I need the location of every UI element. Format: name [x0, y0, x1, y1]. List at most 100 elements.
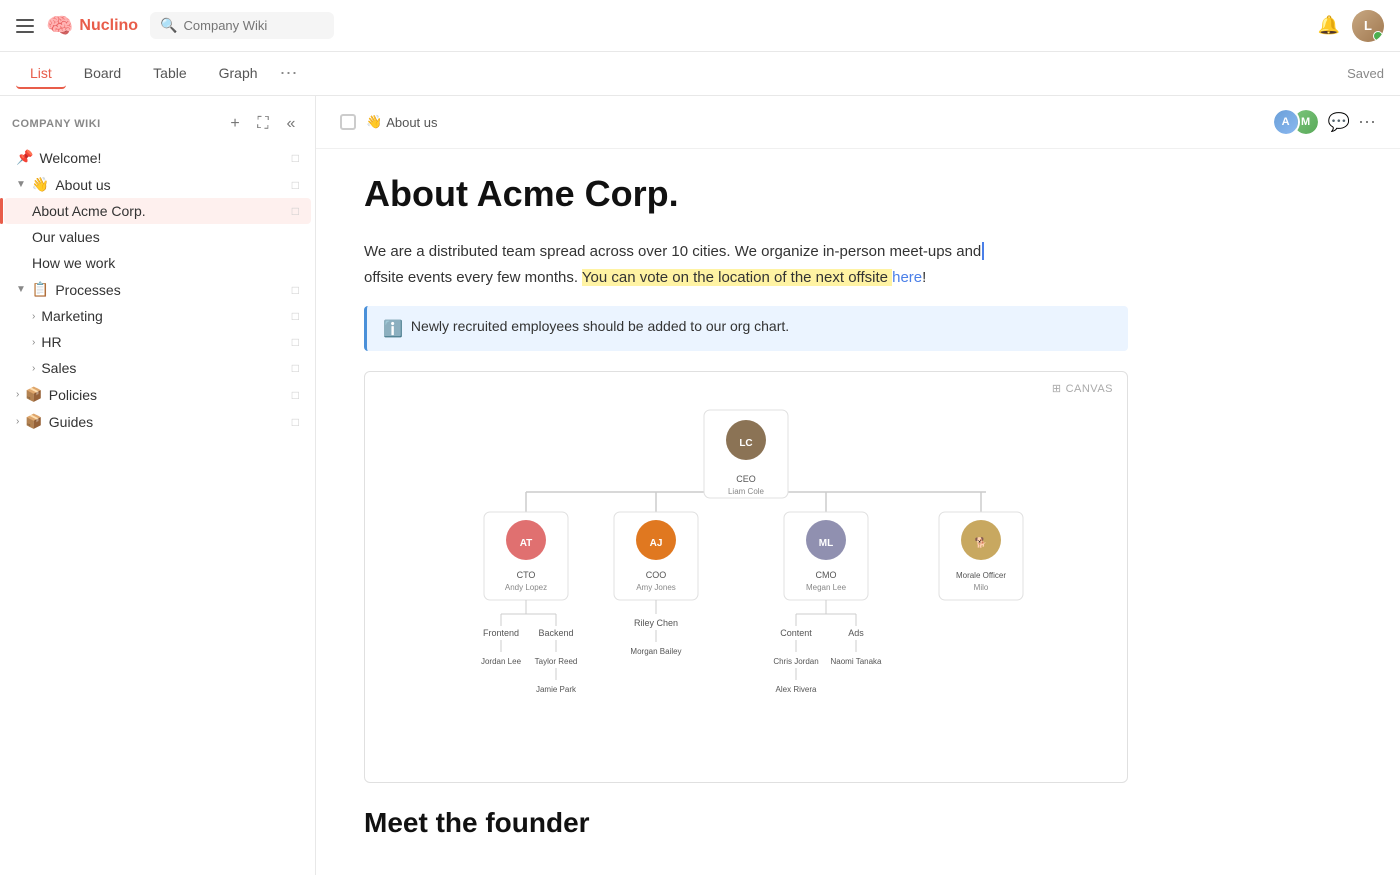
svg-text:Taylor Reed: Taylor Reed — [535, 657, 578, 666]
breadcrumb-icon: 👋 — [366, 114, 382, 130]
chevron-right-icon: › — [32, 337, 35, 348]
svg-text:LC: LC — [739, 438, 752, 449]
tab-list[interactable]: List — [16, 59, 66, 89]
sidebar-item-hr[interactable]: › HR □ — [4, 329, 311, 355]
canvas-icon: ⊞ — [1052, 382, 1062, 395]
chevron-down-icon: ▼ — [16, 284, 26, 295]
sidebar-item-processes[interactable]: ▼ 📋 Processes □ — [4, 276, 311, 303]
svg-text:Alex Rivera: Alex Rivera — [776, 685, 817, 694]
sidebar-item-label: HR — [41, 334, 285, 350]
sidebar-item-marketing[interactable]: › Marketing □ — [4, 303, 311, 329]
comment-icon[interactable]: 💬 — [1328, 112, 1350, 133]
svg-text:Andy Lopez: Andy Lopez — [505, 583, 547, 592]
svg-text:Backend: Backend — [538, 628, 573, 638]
logo[interactable]: 🧠 Nuclino — [46, 13, 138, 39]
policies-icon: 📦 — [25, 386, 42, 403]
sidebar-item-label: Our values — [32, 229, 299, 245]
nav-tabs: List Board Table Graph ⋯ Saved — [0, 52, 1400, 96]
sidebar-item-label: Welcome! — [39, 150, 285, 166]
sidebar-item-guides[interactable]: › 📦 Guides □ — [4, 408, 311, 435]
sidebar-item-policies[interactable]: › 📦 Policies □ — [4, 381, 311, 408]
sidebar-title: COMPANY WIKI — [12, 118, 101, 130]
sidebar-item-label: Policies — [49, 387, 286, 403]
chevron-right-icon: › — [16, 416, 19, 427]
tab-graph[interactable]: Graph — [205, 59, 272, 89]
svg-text:Ads: Ads — [848, 628, 864, 638]
svg-text:Riley Chen: Riley Chen — [634, 618, 678, 628]
check-icon: □ — [292, 178, 299, 192]
brain-icon: 🧠 — [46, 13, 73, 39]
svg-text:AT: AT — [520, 538, 533, 549]
content-topbar-left: 👋 About us — [340, 114, 438, 130]
page-checkbox[interactable] — [340, 114, 356, 130]
sidebar-item-label: Processes — [55, 282, 285, 298]
topbar-right: 🔔 L — [1318, 10, 1384, 42]
tab-board[interactable]: Board — [70, 59, 135, 89]
breadcrumb-text: About us — [386, 115, 437, 130]
sidebar-add-button[interactable]: + — [223, 112, 247, 136]
svg-text:Morale Officer: Morale Officer — [956, 571, 1006, 580]
sidebar-item-how-we-work[interactable]: How we work — [4, 250, 311, 276]
sidebar-item-about-us[interactable]: ▼ 👋 About us □ — [4, 171, 311, 198]
here-link[interactable]: here — [892, 269, 922, 286]
sidebar-item-label: Marketing — [41, 308, 285, 324]
search-area[interactable]: 🔍 — [150, 12, 333, 39]
svg-text:Morgan Bailey: Morgan Bailey — [630, 647, 681, 656]
text-cursor — [982, 242, 984, 260]
sidebar-item-welcome[interactable]: 📌 Welcome! □ — [4, 144, 311, 171]
svg-text:Liam Cole: Liam Cole — [728, 487, 765, 496]
svg-text:COO: COO — [646, 570, 667, 580]
svg-text:CMO: CMO — [816, 570, 837, 580]
nav-more-icon[interactable]: ⋯ — [280, 63, 298, 84]
org-chart: AT CTO Andy Lopez AJ COO Amy Jones ML — [385, 392, 1107, 762]
svg-text:ML: ML — [819, 538, 833, 549]
sidebar-item-about-acme[interactable]: About Acme Corp. □ — [4, 198, 311, 224]
about-us-icon: 👋 — [32, 176, 49, 193]
tab-table[interactable]: Table — [139, 59, 200, 89]
svg-text:Amy Jones: Amy Jones — [636, 583, 676, 592]
svg-text:AJ: AJ — [650, 538, 663, 549]
page-paragraph-1: We are a distributed team spread across … — [364, 239, 1128, 290]
page-title: About Acme Corp. — [364, 173, 1128, 215]
content-body: About Acme Corp. We are a distributed te… — [316, 149, 1176, 863]
svg-text:Jordan Lee: Jordan Lee — [481, 657, 522, 666]
svg-text:Milo: Milo — [974, 583, 989, 592]
check-icon: □ — [292, 415, 299, 429]
saved-status: Saved — [1347, 66, 1384, 81]
search-icon: 🔍 — [160, 17, 177, 34]
content-topbar: 👋 About us A M 💬 ⋯ — [316, 96, 1400, 149]
collaborator-avatar-1[interactable]: A — [1272, 108, 1300, 136]
check-icon: □ — [292, 283, 299, 297]
sidebar-item-sales[interactable]: › Sales □ — [4, 355, 311, 381]
org-chart-canvas: ⊞ CANVAS — [364, 371, 1128, 783]
more-options-icon[interactable]: ⋯ — [1358, 112, 1376, 133]
guides-icon: 📦 — [25, 413, 42, 430]
breadcrumb: 👋 About us — [366, 114, 438, 130]
svg-text:Chris Jordan: Chris Jordan — [773, 657, 818, 666]
check-icon: □ — [292, 151, 299, 165]
chevron-right-icon: › — [32, 311, 35, 322]
menu-icon[interactable] — [16, 19, 34, 33]
sidebar-collapse-button[interactable]: « — [279, 112, 303, 136]
check-icon: □ — [292, 335, 299, 349]
chevron-down-icon: ▼ — [16, 179, 26, 190]
sidebar-expand-button[interactable]: ⛶ — [251, 112, 275, 136]
logo-text: Nuclino — [79, 17, 138, 35]
sidebar-item-label: Guides — [49, 414, 286, 430]
search-input[interactable] — [184, 18, 324, 33]
svg-text:CEO: CEO — [736, 474, 756, 484]
processes-icon: 📋 — [32, 281, 49, 298]
check-icon: □ — [292, 204, 299, 218]
chevron-right-icon: › — [16, 389, 19, 400]
canvas-label: ⊞ CANVAS — [1052, 382, 1113, 395]
sidebar-actions: + ⛶ « — [223, 112, 303, 136]
canvas-label-text: CANVAS — [1066, 383, 1113, 395]
main-layout: COMPANY WIKI + ⛶ « 📌 Welcome! □ ▼ 👋 Abou… — [0, 96, 1400, 875]
bell-icon[interactable]: 🔔 — [1318, 15, 1340, 36]
sidebar-item-our-values[interactable]: Our values — [4, 224, 311, 250]
content-area: 👋 About us A M 💬 ⋯ About Acme Corp — [316, 96, 1400, 875]
check-icon: □ — [292, 361, 299, 375]
user-avatar[interactable]: L — [1352, 10, 1384, 42]
svg-text:Megan Lee: Megan Lee — [806, 583, 847, 592]
svg-text:Naomi Tanaka: Naomi Tanaka — [831, 657, 883, 666]
